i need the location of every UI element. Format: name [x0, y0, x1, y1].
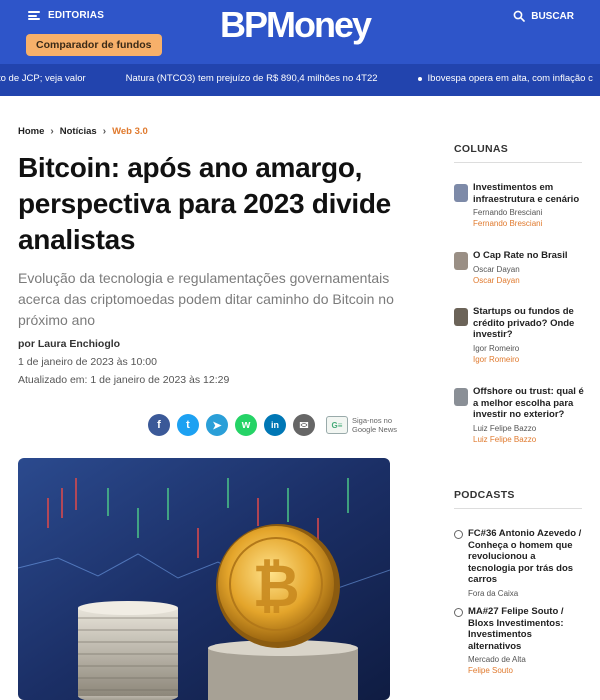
comparador-de-fundos-button[interactable]: Comparador de fundos [26, 34, 162, 56]
author-avatar [454, 184, 468, 202]
column-author: Igor Romeiro [473, 343, 520, 353]
editorias-menu-button[interactable]: EDITORIAS [28, 10, 104, 21]
google-news-line1: Siga-nos no [352, 416, 393, 425]
breadcrumb-current[interactable]: Web 3.0 [112, 126, 148, 137]
colunas-divider [454, 162, 582, 163]
column-headline[interactable]: Startups ou fundos de crédito privado? O… [473, 306, 584, 341]
column-headline[interactable]: O Cap Rate no Brasil [473, 250, 568, 262]
article-author[interactable]: por Laura Enchioglo [18, 338, 120, 350]
chevron-right-icon: › [50, 126, 54, 137]
search-button[interactable]: BUSCAR [513, 10, 574, 22]
column-author: Oscar Dayan [473, 264, 520, 274]
breadcrumb-home[interactable]: Home [18, 126, 44, 137]
podcast-icon [454, 530, 463, 539]
hamburger-icon [28, 11, 40, 20]
podcast-headline[interactable]: MA#27 Felipe Souto / Bloxs Investimentos… [468, 606, 584, 652]
podcasts-divider [454, 508, 582, 509]
article-hero-image: ₿ [18, 458, 390, 700]
column-headline[interactable]: Offshore ou trust: qual é a melhor escol… [473, 386, 584, 421]
whatsapp-icon[interactable]: w [235, 414, 257, 436]
column-item[interactable]: O Cap Rate no Brasil Oscar Dayan Oscar D… [454, 250, 584, 286]
google-news-line2: Google News [352, 425, 398, 434]
column-headline[interactable]: Investimentos em infraestrutura e cenári… [473, 182, 584, 205]
news-ticker: to de JCP; veja valor Natura (NTCO3) tem… [0, 64, 600, 96]
column-name[interactable]: Igor Romeiro [473, 354, 584, 365]
author-avatar [454, 388, 468, 406]
column-author: Luiz Felipe Bazzo [473, 423, 537, 433]
article-title: Bitcoin: após ano amargo, perspectiva pa… [18, 152, 391, 255]
share-bar: f t ➤ w in ✉ G≡ Siga-nos no Google News [148, 414, 397, 436]
author-avatar [454, 308, 468, 326]
column-item[interactable]: Startups ou fundos de crédito privado? O… [454, 306, 584, 365]
ticker-item[interactable]: to de JCP; veja valor [0, 73, 86, 84]
telegram-icon[interactable]: ➤ [206, 414, 228, 436]
podcast-icon [454, 608, 463, 617]
podcast-item[interactable]: FC#36 Antonio Azevedo / Conheça o homem … [454, 528, 584, 599]
article-updated-date: Atualizado em: 1 de janeiro de 2023 às 1… [18, 374, 230, 386]
podcasts-title: PODCASTS [454, 489, 515, 501]
column-name[interactable]: Fernando Bresciani [473, 218, 584, 229]
email-icon[interactable]: ✉ [293, 414, 315, 436]
editorias-label: EDITORIAS [48, 10, 105, 21]
ticker-item[interactable]: Natura (NTCO3) tem prejuízo de R$ 890,4 … [126, 73, 378, 84]
podcast-show[interactable]: Fora da Caixa [468, 588, 584, 599]
ticker-item[interactable]: Ibovespa opera em alta, com inflação c [417, 73, 593, 84]
site-header: EDITORIAS BPMoney BUSCAR Comparador de f… [0, 0, 600, 64]
column-item[interactable]: Investimentos em infraestrutura e cenári… [454, 182, 584, 229]
svg-text:₿: ₿ [252, 554, 299, 619]
google-news-icon: G≡ [326, 416, 348, 434]
search-label: BUSCAR [531, 10, 574, 22]
linkedin-icon[interactable]: in [264, 414, 286, 436]
podcast-show[interactable]: Mercado de Alta [468, 654, 584, 665]
column-author: Fernando Bresciani [473, 208, 543, 217]
author-avatar [454, 252, 468, 270]
column-name[interactable]: Luiz Felipe Bazzo [473, 434, 584, 445]
facebook-icon[interactable]: f [148, 414, 170, 436]
bullet-icon [417, 76, 422, 81]
search-icon [513, 10, 526, 22]
podcast-guest: Felipe Souto [468, 666, 513, 675]
column-item[interactable]: Offshore ou trust: qual é a melhor escol… [454, 386, 584, 445]
logo-text: BPMoney [220, 4, 372, 45]
bpmoney-logo[interactable]: BPMoney [218, 4, 384, 46]
podcast-item[interactable]: MA#27 Felipe Souto / Bloxs Investimentos… [454, 606, 584, 676]
breadcrumb: Home › Notícias › Web 3.0 [18, 126, 148, 137]
article-published-date: 1 de janeiro de 2023 às 10:00 [18, 356, 157, 368]
column-name[interactable]: Oscar Dayan [473, 275, 568, 286]
article-subtitle: Evolução da tecnologia e regulamentações… [18, 270, 394, 328]
podcast-headline[interactable]: FC#36 Antonio Azevedo / Conheça o homem … [468, 528, 584, 586]
google-news-button[interactable]: G≡ Siga-nos no Google News [326, 416, 397, 434]
chevron-right-icon: › [102, 126, 107, 137]
colunas-title: COLUNAS [454, 143, 509, 155]
twitter-icon[interactable]: t [177, 414, 199, 436]
breadcrumb-noticias[interactable]: Notícias [60, 126, 97, 137]
